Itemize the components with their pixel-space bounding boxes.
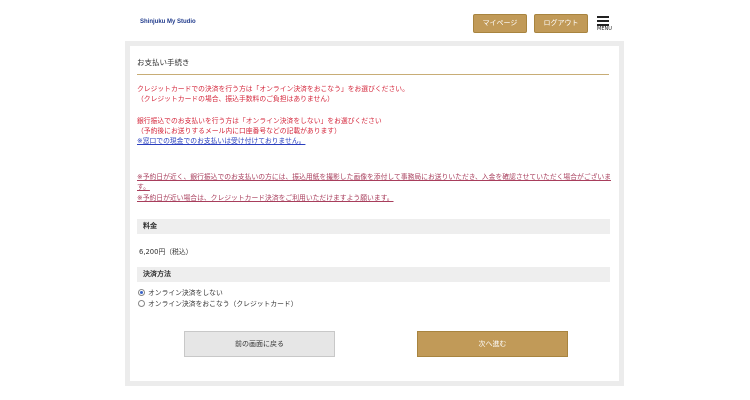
bank-instruction: 銀行振込でのお支払いを行う方は「オンライン決済をしない」をお選びください — [137, 117, 382, 125]
menu-label: MENU — [597, 26, 612, 32]
cash-not-accepted-note: ※窓口での現金でのお支払いは受け付けておりません。 — [137, 137, 306, 145]
back-button[interactable]: 前の画面に戻る — [184, 331, 335, 357]
payment-panel: お支払い手続き クレジットカードでの決済を行う方は「オンライン決済をおこなう」を… — [130, 46, 619, 381]
fee-heading: 料金 — [137, 219, 610, 234]
hamburger-icon — [597, 16, 609, 18]
payment-method-heading: 決済方法 — [137, 267, 610, 282]
radio-no-online-payment[interactable]: オンライン決済をしない — [138, 288, 223, 298]
radio-unselected-icon[interactable] — [138, 300, 145, 307]
hamburger-icon-bar — [597, 20, 609, 22]
fee-value: 6,200円（税込） — [139, 248, 193, 256]
bank-mail-note: （予約後にお送りするメール内に口座番号などの記載があります） — [137, 127, 341, 135]
card-fee-note: （クレジットカードの場合、振込手数料のご負担はありません） — [137, 95, 334, 103]
upload-receipt-note: ※予約日が近く、銀行振込でのお支払いの方には、振込用紙を撮影した画像を添付して事… — [137, 173, 611, 191]
content-frame: お支払い手続き クレジットカードでの決済を行う方は「オンライン決済をおこなう」を… — [125, 41, 624, 386]
site-logo[interactable]: Shinjuku My Studio — [140, 19, 196, 25]
logout-button[interactable]: ログアウト — [534, 14, 588, 33]
radio-selected-icon[interactable] — [138, 289, 145, 296]
radio-label: オンライン決済をおこなう（クレジットカード） — [148, 300, 298, 308]
mypage-button[interactable]: マイページ — [473, 14, 527, 33]
card-instruction: クレジットカードでの決済を行う方は「オンライン決済をおこなう」をお選びください。 — [137, 85, 409, 93]
radio-label: オンライン決済をしない — [148, 289, 223, 297]
next-button[interactable]: 次へ進む — [417, 331, 568, 357]
radio-online-payment[interactable]: オンライン決済をおこなう（クレジットカード） — [138, 299, 298, 309]
section-title: お支払い手続き — [137, 57, 609, 75]
near-date-note: ※予約日が近い場合は、クレジットカード決済をご利用いただけますよう願います。 — [137, 194, 394, 202]
header: Shinjuku My Studio マイページ ログアウト MENU — [0, 0, 750, 40]
menu-button[interactable]: MENU — [597, 16, 612, 34]
